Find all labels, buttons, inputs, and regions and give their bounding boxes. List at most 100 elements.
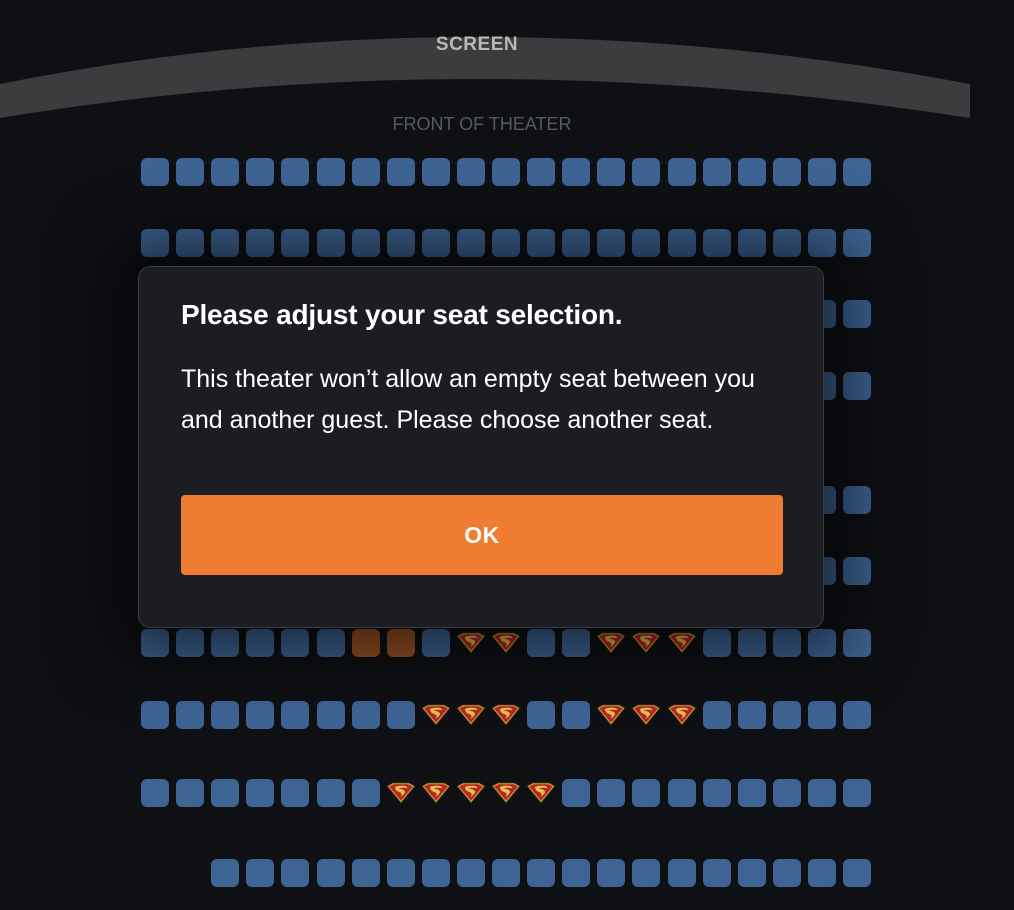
seat-available[interactable] — [141, 779, 169, 807]
seat-available[interactable] — [807, 158, 836, 186]
seat-available[interactable] — [281, 701, 310, 729]
seat-available[interactable] — [737, 229, 766, 257]
seat-available[interactable] — [281, 629, 310, 657]
seat-available[interactable] — [632, 859, 661, 887]
seat-available[interactable] — [176, 629, 205, 657]
seat-available[interactable] — [527, 229, 556, 257]
seat-available[interactable] — [667, 158, 696, 186]
seat-available[interactable] — [386, 229, 415, 257]
seat-available[interactable] — [562, 859, 591, 887]
seat-available[interactable] — [527, 701, 556, 729]
seat-available[interactable] — [737, 158, 766, 186]
seat-available[interactable] — [702, 859, 731, 887]
seat-available[interactable] — [843, 859, 871, 887]
seat-available[interactable] — [632, 779, 661, 807]
seat-available[interactable] — [421, 629, 450, 657]
seat-available[interactable] — [667, 779, 696, 807]
seat-available[interactable] — [527, 859, 556, 887]
seat-available[interactable] — [246, 158, 275, 186]
seat-available[interactable] — [562, 779, 591, 807]
seat-available[interactable] — [246, 701, 275, 729]
seat-available[interactable] — [562, 229, 591, 257]
seat-available[interactable] — [351, 779, 380, 807]
seat-available[interactable] — [737, 629, 766, 657]
seat-available[interactable] — [211, 629, 240, 657]
seat-available[interactable] — [456, 229, 485, 257]
seat-available[interactable] — [843, 557, 871, 585]
seat-available[interactable] — [597, 229, 626, 257]
seat-available[interactable] — [316, 229, 345, 257]
seat-available[interactable] — [702, 158, 731, 186]
seat-available[interactable] — [632, 229, 661, 257]
seat-available[interactable] — [843, 486, 871, 514]
seat-available[interactable] — [843, 701, 871, 729]
seat-available[interactable] — [211, 859, 240, 887]
seat-available[interactable] — [456, 859, 485, 887]
seat-available[interactable] — [351, 701, 380, 729]
seat-available[interactable] — [176, 701, 205, 729]
seat-available[interactable] — [527, 629, 556, 657]
seat-available[interactable] — [737, 701, 766, 729]
seat-available[interactable] — [737, 779, 766, 807]
seat-available[interactable] — [316, 701, 345, 729]
seat-available[interactable] — [702, 701, 731, 729]
seat-available[interactable] — [492, 859, 520, 887]
seat-available[interactable] — [351, 229, 380, 257]
seat-available[interactable] — [141, 229, 169, 257]
seat-available[interactable] — [807, 629, 836, 657]
seat-available[interactable] — [421, 859, 450, 887]
seat-available[interactable] — [772, 779, 801, 807]
seat-available[interactable] — [772, 629, 801, 657]
seat-available[interactable] — [316, 629, 345, 657]
seat-available[interactable] — [386, 701, 415, 729]
seat-available[interactable] — [807, 701, 836, 729]
seat-available[interactable] — [211, 229, 240, 257]
seat-available[interactable] — [843, 779, 871, 807]
seat-available[interactable] — [386, 859, 415, 887]
seat-available[interactable] — [843, 629, 871, 657]
seat-available[interactable] — [141, 629, 169, 657]
seat-available[interactable] — [246, 229, 275, 257]
ok-button[interactable]: OK — [181, 495, 783, 575]
seat-selected[interactable] — [351, 629, 380, 657]
seat-available[interactable] — [456, 158, 485, 186]
seat-available[interactable] — [843, 229, 871, 257]
seat-available[interactable] — [597, 859, 626, 887]
seat-available[interactable] — [316, 779, 345, 807]
seat-available[interactable] — [667, 229, 696, 257]
seat-available[interactable] — [211, 701, 240, 729]
seat-available[interactable] — [562, 701, 591, 729]
seat-available[interactable] — [316, 859, 345, 887]
seat-available[interactable] — [702, 779, 731, 807]
seat-available[interactable] — [843, 372, 871, 400]
seat-available[interactable] — [351, 859, 380, 887]
seat-available[interactable] — [176, 158, 205, 186]
seat-available[interactable] — [246, 859, 275, 887]
seat-available[interactable] — [702, 229, 731, 257]
seat-available[interactable] — [386, 158, 415, 186]
seat-available[interactable] — [772, 229, 801, 257]
seat-available[interactable] — [772, 701, 801, 729]
seat-available[interactable] — [492, 158, 520, 186]
seat-available[interactable] — [702, 629, 731, 657]
seat-available[interactable] — [667, 859, 696, 887]
seat-available[interactable] — [246, 779, 275, 807]
seat-selected[interactable] — [386, 629, 415, 657]
seat-available[interactable] — [246, 629, 275, 657]
seat-available[interactable] — [421, 158, 450, 186]
seat-available[interactable] — [807, 229, 836, 257]
seat-available[interactable] — [211, 158, 240, 186]
seat-available[interactable] — [562, 629, 591, 657]
seat-available[interactable] — [807, 859, 836, 887]
seat-available[interactable] — [351, 158, 380, 186]
seat-available[interactable] — [843, 158, 871, 186]
seat-available[interactable] — [281, 779, 310, 807]
seat-available[interactable] — [211, 779, 240, 807]
seat-available[interactable] — [737, 859, 766, 887]
seat-available[interactable] — [176, 229, 205, 257]
seat-available[interactable] — [176, 779, 205, 807]
seat-available[interactable] — [281, 859, 310, 887]
seat-available[interactable] — [316, 158, 345, 186]
seat-available[interactable] — [597, 779, 626, 807]
seat-available[interactable] — [281, 229, 310, 257]
